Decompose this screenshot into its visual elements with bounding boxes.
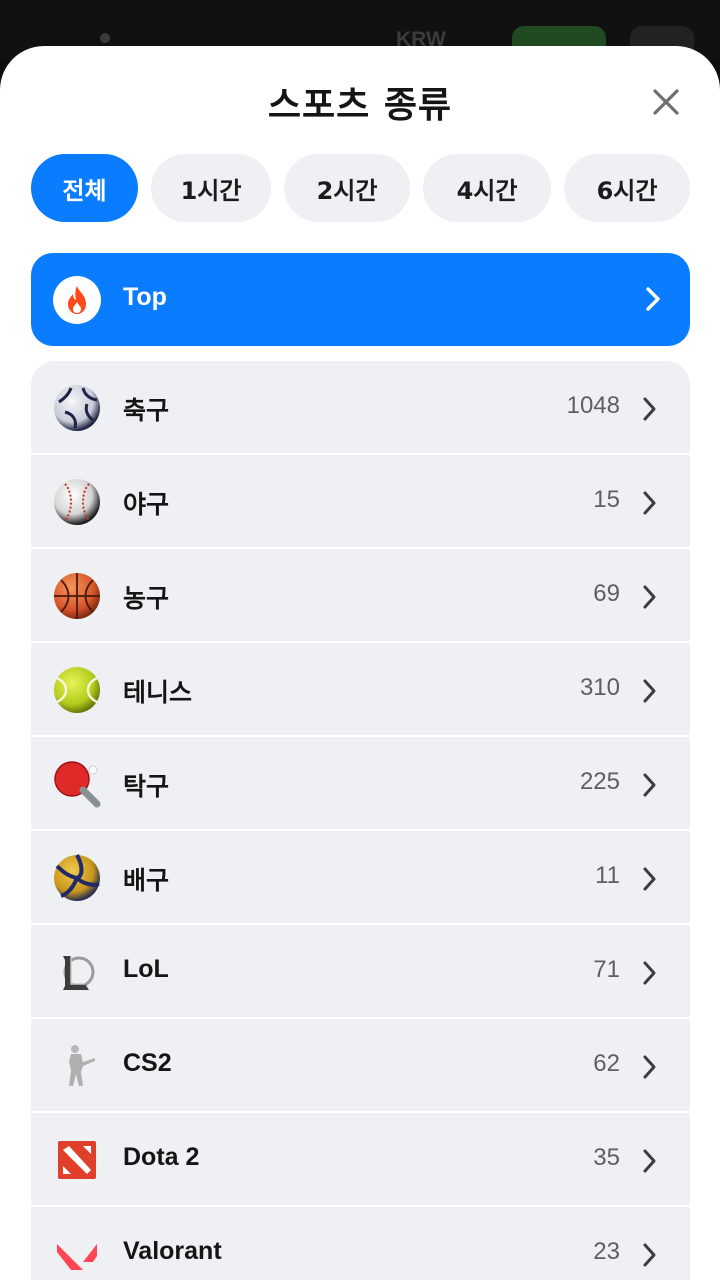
- sport-count: 69: [593, 580, 620, 607]
- chevron-right-icon: [643, 867, 656, 891]
- lol-logo-icon: [63, 956, 95, 990]
- sport-label: 농구: [123, 585, 170, 613]
- sport-label: Valorant: [123, 1237, 222, 1265]
- sport-row-valorant[interactable]: Valorant 23: [31, 1207, 690, 1280]
- top-label: Top: [123, 283, 167, 311]
- chevron-right-icon: [643, 1055, 656, 1079]
- time-filter-bar: 전체 1시간 2시간 4시간 6시간: [31, 154, 690, 222]
- sport-label: 야구: [123, 491, 170, 519]
- chevron-right-icon: [643, 491, 656, 515]
- baseball-icon: [54, 479, 100, 525]
- sport-row-tennis[interactable]: 테니스 310: [31, 643, 690, 737]
- chevron-right-icon: [646, 287, 660, 311]
- sport-count: 62: [593, 1050, 620, 1077]
- sport-count: 1048: [566, 392, 620, 419]
- chevron-right-icon: [643, 1149, 656, 1173]
- sport-row-table-tennis[interactable]: 탁구 225: [31, 737, 690, 831]
- background-dot: [100, 33, 110, 43]
- sport-row-cs2[interactable]: CS2 62: [31, 1019, 690, 1113]
- chevron-right-icon: [643, 961, 656, 985]
- sport-row-basketball[interactable]: 농구 69: [31, 549, 690, 643]
- sport-row-dota2[interactable]: Dota 2 35: [31, 1113, 690, 1207]
- tennis-ball-icon: [54, 667, 100, 713]
- sport-row-baseball[interactable]: 야구 15: [31, 455, 690, 549]
- basketball-icon: [54, 573, 100, 619]
- cs2-soldier-icon: [69, 1045, 95, 1086]
- sport-label: LoL: [123, 955, 169, 983]
- valorant-logo-icon: [57, 1244, 97, 1270]
- sport-label: Dota 2: [123, 1143, 200, 1171]
- sheet-title: 스포츠 종류: [267, 85, 453, 126]
- top-category-row[interactable]: Top: [31, 253, 690, 346]
- close-button[interactable]: [646, 82, 686, 122]
- sports-type-sheet: 스포츠 종류 전체 1시간 2시간 4시간 6시간 Top 축구 1048 야구…: [0, 46, 720, 1280]
- chevron-right-icon: [643, 1243, 656, 1267]
- chevron-right-icon: [643, 585, 656, 609]
- sport-label: CS2: [123, 1049, 172, 1077]
- sport-row-soccer[interactable]: 축구 1048: [31, 361, 690, 455]
- volleyball-icon: [54, 854, 100, 901]
- table-tennis-paddle-icon: [54, 761, 101, 808]
- sport-label: 탁구: [123, 773, 170, 801]
- filter-chip-6h[interactable]: 6시간: [564, 154, 690, 222]
- sport-row-volleyball[interactable]: 배구 11: [31, 831, 690, 925]
- soccer-ball-icon: [54, 385, 100, 431]
- chevron-right-icon: [643, 397, 656, 421]
- sport-count: 23: [593, 1238, 620, 1265]
- filter-chip-all[interactable]: 전체: [31, 154, 138, 222]
- sport-row-lol[interactable]: LoL 71: [31, 925, 690, 1019]
- sport-count: 15: [593, 486, 620, 513]
- chevron-right-icon: [643, 773, 656, 797]
- filter-chip-1h[interactable]: 1시간: [151, 154, 271, 222]
- sport-label: 테니스: [123, 679, 193, 707]
- dota2-logo-icon: [58, 1141, 96, 1179]
- sport-label: 배구: [123, 867, 170, 895]
- sport-count: 35: [593, 1144, 620, 1171]
- filter-chip-4h[interactable]: 4시간: [423, 154, 551, 222]
- filter-chip-2h[interactable]: 2시간: [284, 154, 410, 222]
- sport-count: 11: [595, 862, 620, 889]
- sport-count: 71: [593, 956, 620, 983]
- sports-list: 축구 1048 야구 15 농구 69 테니스 310 탁구 225 배구 11…: [31, 361, 690, 1280]
- close-icon: [653, 89, 679, 115]
- chevron-right-icon: [643, 679, 656, 703]
- sport-count: 310: [579, 674, 620, 701]
- fire-icon: [53, 276, 101, 324]
- sport-label: 축구: [123, 397, 170, 425]
- sport-count: 225: [579, 768, 620, 795]
